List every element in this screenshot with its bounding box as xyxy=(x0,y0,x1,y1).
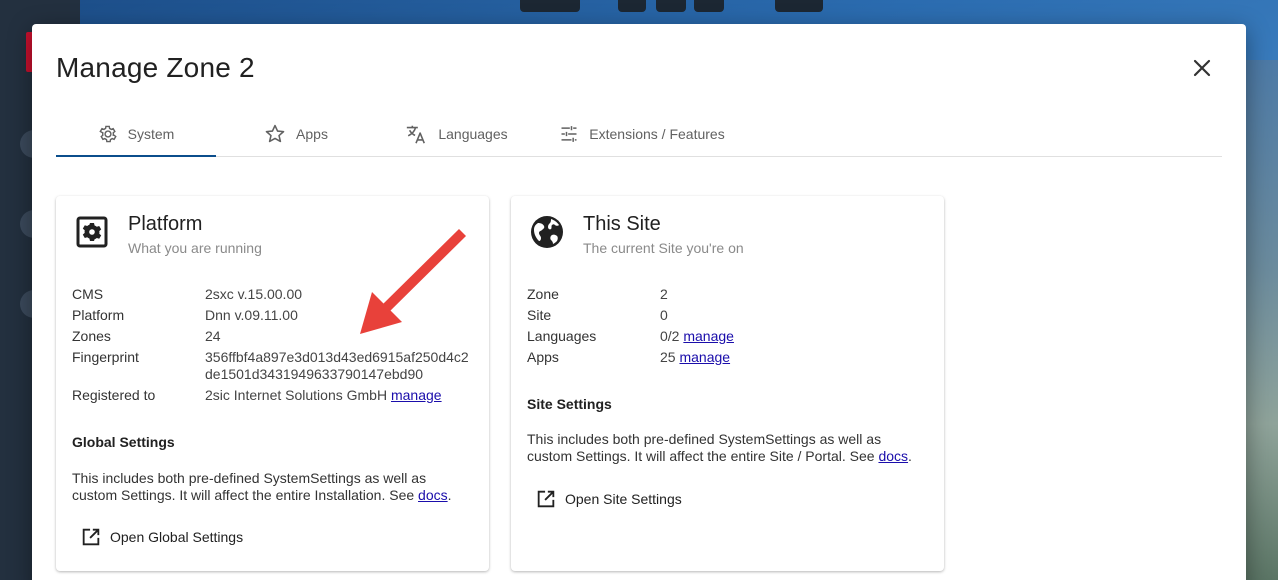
property-row-zone: Zone 2 xyxy=(527,284,930,305)
platform-title: Platform xyxy=(128,213,203,235)
registered-to-value: 2sic Internet Solutions GmbH xyxy=(205,387,388,403)
this-site-card: This Site The current Site you're on Zon… xyxy=(511,196,944,571)
property-row-fingerprint: Fingerprint 356ffbf4a897e3d013d43ed6915a… xyxy=(72,347,475,385)
property-label: CMS xyxy=(72,286,104,302)
property-row-languages: Languages 0/2 manage xyxy=(527,326,930,347)
description-text-end: . xyxy=(908,448,912,464)
registration-manage-link[interactable]: manage xyxy=(391,387,442,403)
tab-label: Apps xyxy=(296,126,328,142)
property-label: Apps xyxy=(527,349,559,365)
translate-icon xyxy=(407,125,426,144)
property-row-registered-to: Registered to 2sic Internet Solutions Gm… xyxy=(72,385,475,406)
tune-icon xyxy=(561,126,577,142)
property-row-site: Site 0 xyxy=(527,305,930,326)
settings-box-icon xyxy=(76,216,108,248)
property-label: Site xyxy=(527,307,552,323)
property-label: Registered to xyxy=(72,387,156,403)
property-row-apps: Apps 25 manage xyxy=(527,347,930,368)
property-value: 2sic Internet Solutions GmbH manage xyxy=(205,385,475,406)
description-text-end: . xyxy=(447,487,452,503)
dialog-title: Manage Zone 2 xyxy=(56,52,255,83)
open-global-settings-button[interactable]: Open Global Settings xyxy=(72,520,251,554)
property-label: Fingerprint xyxy=(72,349,139,365)
background-toolbar-button xyxy=(694,0,724,12)
global-settings-heading: Global Settings xyxy=(72,434,175,450)
close-icon xyxy=(1193,59,1211,77)
site-settings-heading: Site Settings xyxy=(527,396,612,412)
this-site-title: This Site xyxy=(583,213,661,235)
star-icon xyxy=(265,124,285,143)
property-value: 2 xyxy=(660,286,668,302)
gear-icon xyxy=(99,125,117,143)
property-value: Dnn v.09.11.00 xyxy=(205,307,298,323)
property-row-cms: CMS 2sxc v.15.00.00 xyxy=(72,284,475,305)
background-toolbar-button xyxy=(618,0,646,12)
tab-label: System xyxy=(127,126,175,142)
property-value: 24 xyxy=(205,328,221,344)
property-label: Zones xyxy=(72,328,111,344)
globe-icon xyxy=(531,216,563,248)
site-settings-docs-link[interactable]: docs xyxy=(878,448,908,464)
global-settings-description: This includes both pre-defined SystemSet… xyxy=(72,470,472,504)
background-toolbar-button xyxy=(775,0,823,12)
site-settings-description: This includes both pre-defined SystemSet… xyxy=(527,431,927,465)
description-text: This includes both pre-defined SystemSet… xyxy=(72,470,427,503)
this-site-subtitle: The current Site you're on xyxy=(583,240,744,256)
close-button[interactable] xyxy=(1190,56,1214,80)
property-value: 25 manage xyxy=(660,347,930,368)
button-label: Open Global Settings xyxy=(110,529,244,545)
tab-languages[interactable]: Languages xyxy=(376,112,536,156)
tab-system[interactable]: System xyxy=(56,112,216,157)
tab-label: Languages xyxy=(438,126,508,142)
button-label: Open Site Settings xyxy=(565,491,682,507)
background-toolbar-button xyxy=(520,0,580,12)
fingerprint-value: 356ffbf4a897e3d013d43ed6915af250d4c2de15… xyxy=(205,349,469,382)
platform-subtitle: What you are running xyxy=(128,240,262,256)
languages-manage-link[interactable]: manage xyxy=(683,328,734,344)
apps-count: 25 xyxy=(660,349,676,365)
manage-zone-dialog: Manage Zone 2 System Apps Languages Exte… xyxy=(32,24,1246,580)
global-settings-docs-link[interactable]: docs xyxy=(418,487,448,503)
property-label: Platform xyxy=(72,307,125,323)
tab-extensions-features[interactable]: Extensions / Features xyxy=(536,112,748,156)
property-value: 2sxc v.15.00.00 xyxy=(205,286,303,302)
tab-bar: System Apps Languages Extensions / Featu… xyxy=(56,112,1222,157)
languages-count: 0/2 xyxy=(660,328,680,344)
platform-properties: CMS 2sxc v.15.00.00 Platform Dnn v.09.11… xyxy=(72,284,475,406)
property-value: 0 xyxy=(660,307,668,323)
open-in-new-icon xyxy=(537,490,555,508)
property-label: Zone xyxy=(527,286,559,302)
site-properties: Zone 2 Site 0 Languages 0/2 manage Apps … xyxy=(527,284,930,368)
property-row-platform: Platform Dnn v.09.11.00 xyxy=(72,305,475,326)
open-site-settings-button[interactable]: Open Site Settings xyxy=(527,482,690,516)
platform-card: Platform What you are running CMS 2sxc v… xyxy=(56,196,489,571)
background-toolbar-button xyxy=(656,0,686,12)
description-text: This includes both pre-defined SystemSet… xyxy=(527,431,882,464)
open-in-new-icon xyxy=(82,528,100,546)
property-value: 0/2 manage xyxy=(660,326,930,347)
tab-label: Extensions / Features xyxy=(589,126,725,142)
tab-apps[interactable]: Apps xyxy=(216,112,376,156)
property-label: Languages xyxy=(527,328,597,344)
apps-manage-link[interactable]: manage xyxy=(679,349,730,365)
property-row-zones: Zones 24 xyxy=(72,326,475,347)
